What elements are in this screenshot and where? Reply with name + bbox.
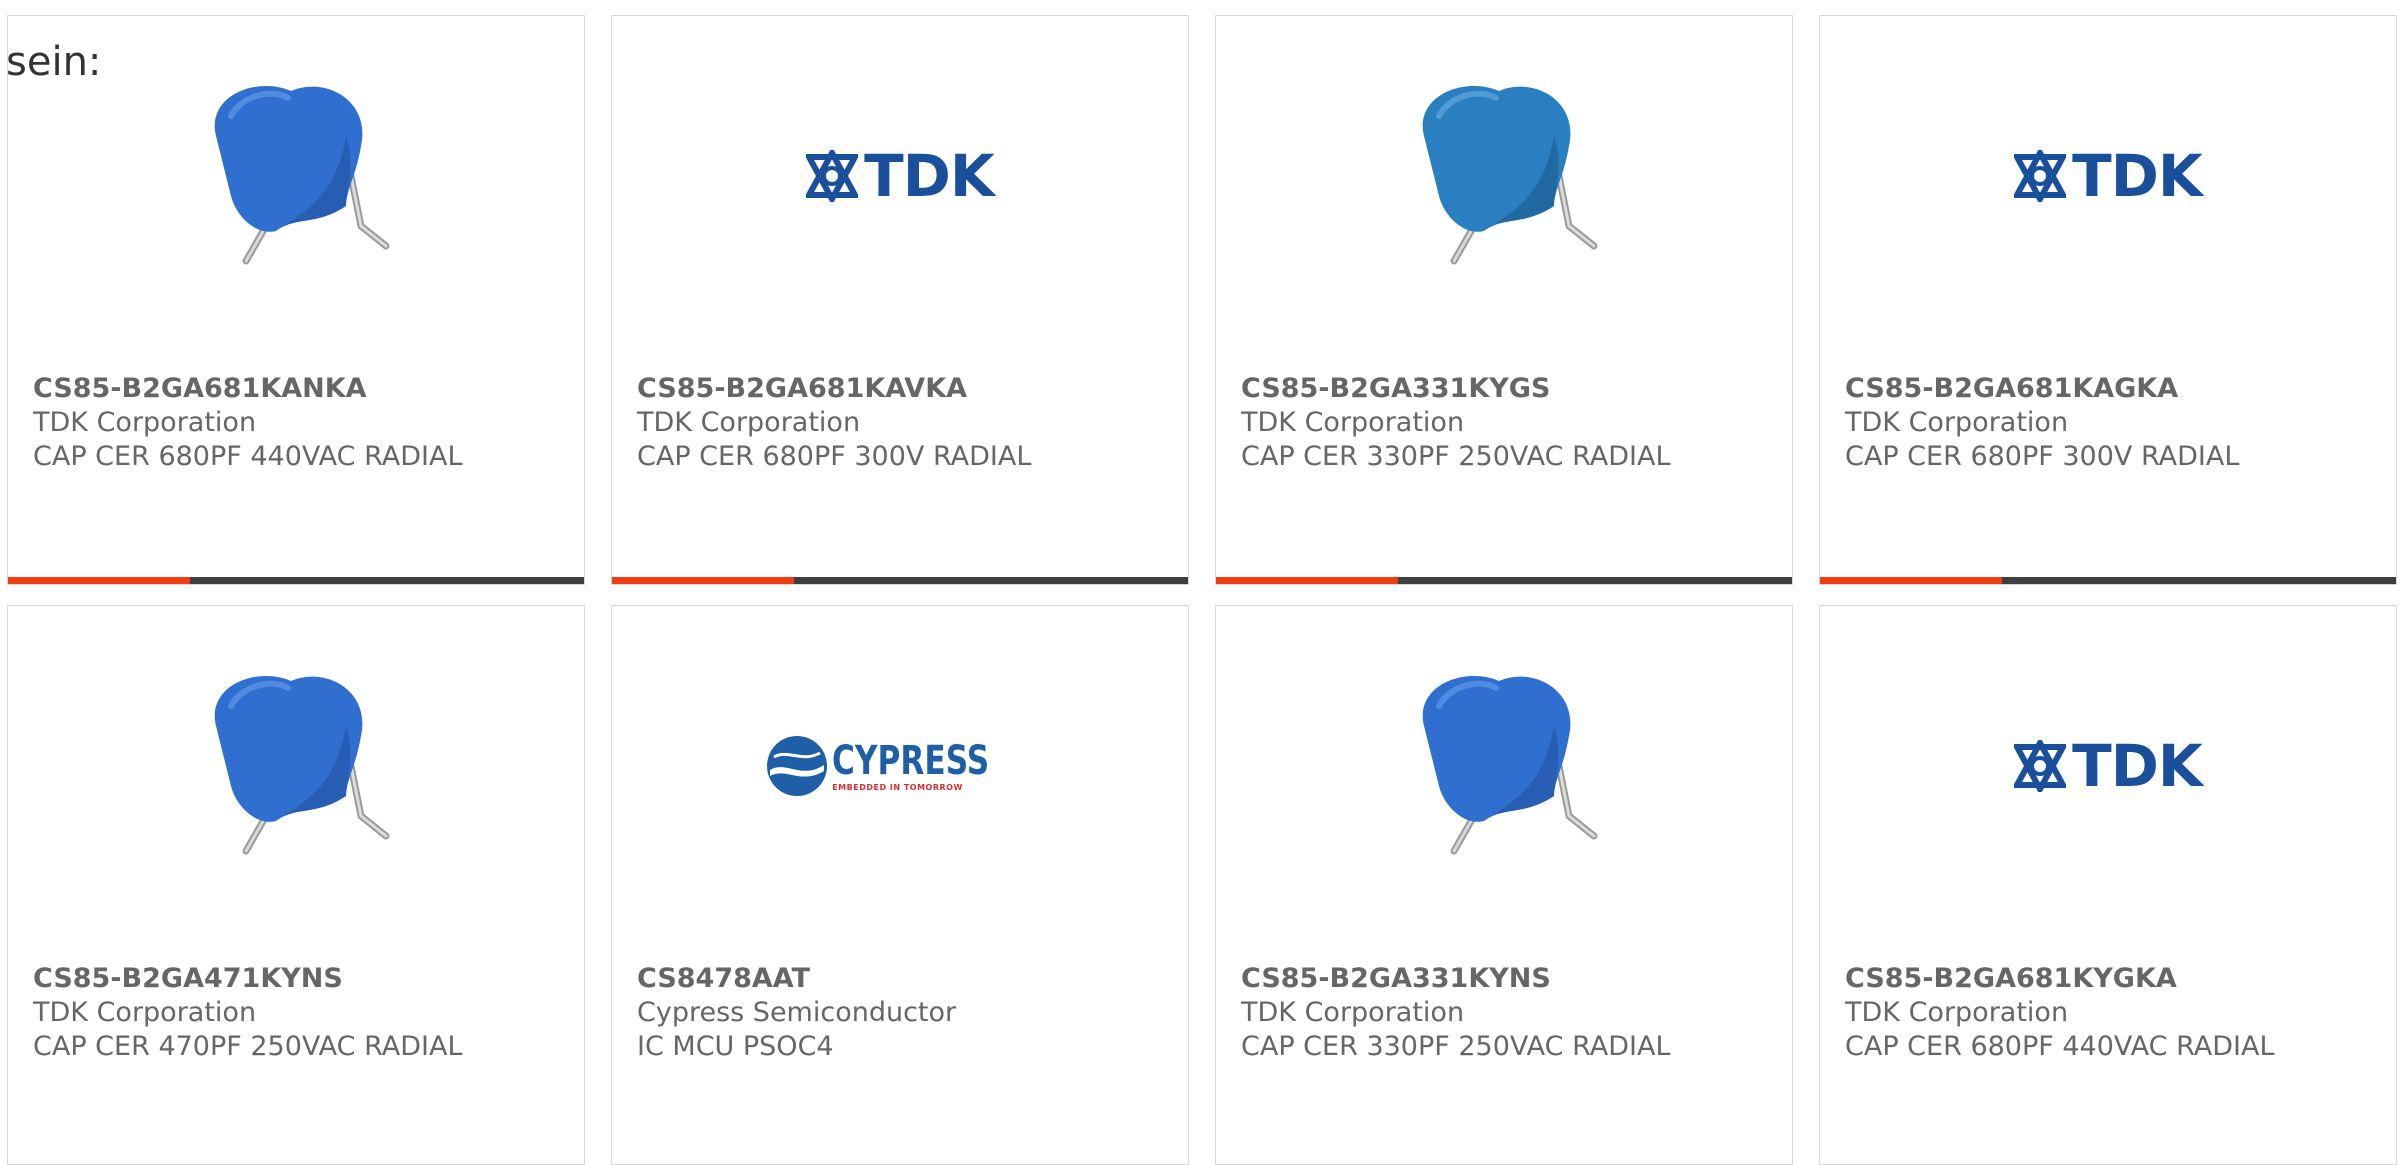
manufacturer-name: TDK Corporation (1241, 407, 1465, 438)
product-card[interactable]: CS85-B2GA331KYGS TDK Corporation CAP CER 3… (1215, 15, 1793, 585)
product-card[interactable]: TDK CS85-B2GA681KAVKA TDK Corporation CAP … (611, 15, 1189, 585)
product-card[interactable]: TDK CS85-B2GA681KYGKA TDK Corporation CAP … (1819, 605, 2397, 1165)
product-card[interactable]: CS85-B2GA331KYNS TDK Corporation CAP CER 3… (1215, 605, 1793, 1165)
product-image[interactable] (8, 666, 584, 866)
card-progress-bar (1216, 577, 1792, 584)
product-image[interactable] (1216, 666, 1792, 866)
product-info: CS85-B2GA331KYNS TDK Corporation CAP CER 3… (1241, 962, 1782, 1064)
card-progress-accent (612, 577, 794, 584)
product-card[interactable]: CS85-B2GA681KANKA TDK Corporation CAP CER … (7, 15, 585, 585)
product-card[interactable]: CYPRESS EMBEDDED IN TOMORROW CS8478AAT Cy… (611, 605, 1189, 1165)
product-info: CS85-B2GA681KYGKA TDK Corporation CAP CER … (1845, 962, 2386, 1064)
product-image[interactable] (1216, 76, 1792, 276)
manufacturer-name: Cypress Semiconductor (637, 997, 957, 1028)
product-info: CS8478AAT Cypress Semiconductor IC MCU PSO… (637, 962, 1178, 1064)
tdk-emblem-icon (2014, 150, 2067, 202)
card-progress-bar (1820, 577, 2396, 584)
part-number-link[interactable]: CS85-B2GA681KAGKA (1845, 372, 2386, 406)
card-progress-accent (8, 577, 190, 584)
cypress-emblem-icon (767, 736, 828, 796)
manufacturer-name: TDK Corporation (637, 407, 861, 438)
part-number-link[interactable]: CS8478AAT (637, 962, 1178, 996)
product-description: CAP CER 680PF 440VAC RADIAL (33, 441, 463, 472)
product-info: CS85-B2GA331KYGS TDK Corporation CAP CER 3… (1241, 372, 1782, 474)
product-info: CS85-B2GA681KANKA TDK Corporation CAP CER … (33, 372, 574, 474)
product-description: CAP CER 330PF 250VAC RADIAL (1241, 1031, 1671, 1062)
product-card[interactable]: CS85-B2GA471KYNS TDK Corporation CAP CER 4… (7, 605, 585, 1165)
manufacturer-name: TDK Corporation (1845, 407, 2069, 438)
product-description: CAP CER 680PF 300V RADIAL (1845, 441, 2240, 472)
lead-text: sein: (6, 39, 102, 85)
product-image[interactable] (8, 76, 584, 276)
card-progress-bar (8, 577, 584, 584)
tdk-logo[interactable]: TDK (612, 76, 1188, 276)
tdk-emblem-icon (2014, 740, 2067, 792)
product-description: CAP CER 680PF 440VAC RADIAL (1845, 1031, 2275, 1062)
tdk-logo[interactable]: TDK (1820, 666, 2396, 866)
product-info: CS85-B2GA681KAGKA TDK Corporation CAP CER … (1845, 372, 2386, 474)
part-number-link[interactable]: CS85-B2GA681KANKA (33, 372, 574, 406)
manufacturer-name: TDK Corporation (1845, 997, 2069, 1028)
card-progress-accent (1216, 577, 1398, 584)
cypress-logo[interactable]: CYPRESS EMBEDDED IN TOMORROW (612, 666, 1188, 866)
part-number-link[interactable]: CS85-B2GA471KYNS (33, 962, 574, 996)
product-description: CAP CER 470PF 250VAC RADIAL (33, 1031, 463, 1062)
part-number-link[interactable]: CS85-B2GA331KYGS (1241, 372, 1782, 406)
manufacturer-name: TDK Corporation (1241, 997, 1465, 1028)
product-description: CAP CER 680PF 300V RADIAL (637, 441, 1032, 472)
part-number-link[interactable]: CS85-B2GA681KYGKA (1845, 962, 2386, 996)
part-number-link[interactable]: CS85-B2GA331KYNS (1241, 962, 1782, 996)
card-progress-bar (612, 577, 1188, 584)
product-info: CS85-B2GA681KAVKA TDK Corporation CAP CER … (637, 372, 1178, 474)
card-progress-accent (1820, 577, 2002, 584)
tdk-emblem-icon (806, 150, 859, 202)
manufacturer-name: TDK Corporation (33, 997, 257, 1028)
product-card[interactable]: TDK CS85-B2GA681KAGKA TDK Corporation CAP … (1819, 15, 2397, 585)
tdk-logo[interactable]: TDK (1820, 76, 2396, 276)
product-info: CS85-B2GA471KYNS TDK Corporation CAP CER 4… (33, 962, 574, 1064)
part-number-link[interactable]: CS85-B2GA681KAVKA (637, 372, 1178, 406)
product-description: CAP CER 330PF 250VAC RADIAL (1241, 441, 1671, 472)
product-description: IC MCU PSOC4 (637, 1031, 834, 1062)
manufacturer-name: TDK Corporation (33, 407, 257, 438)
